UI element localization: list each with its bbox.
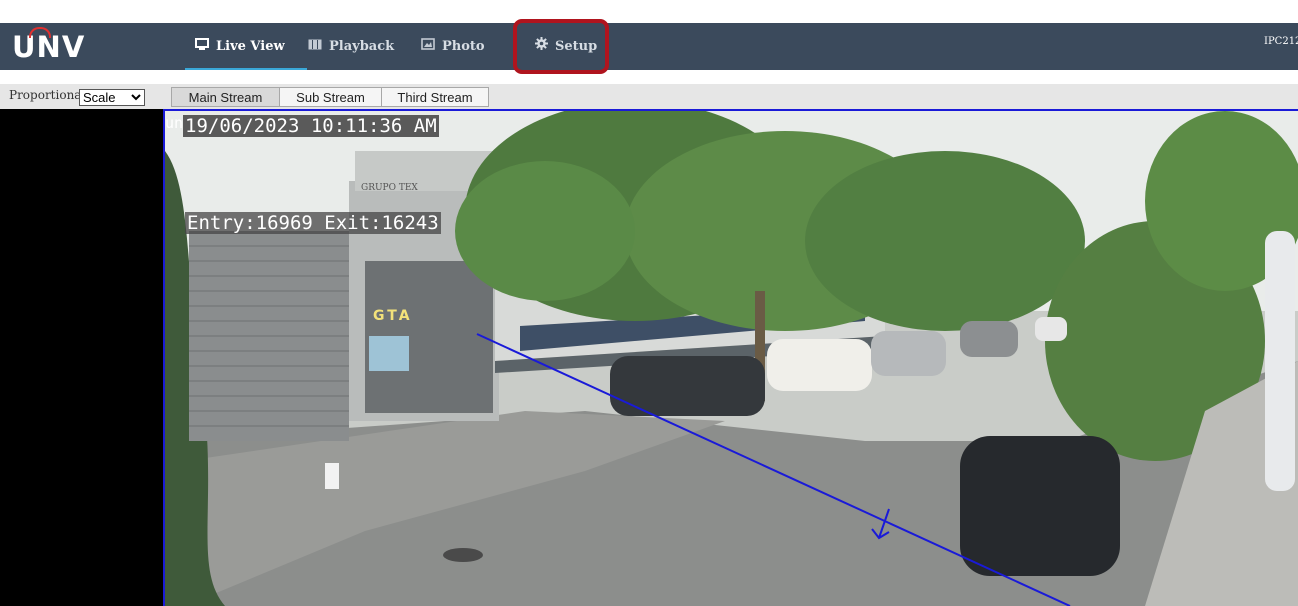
osd-timestamp: 19/06/2023 10:11:36 AM [183, 115, 439, 137]
device-name: IPC212 [1264, 36, 1298, 47]
tab-playback[interactable]: Playback [308, 23, 394, 70]
tab-live-view[interactable]: Live View [185, 23, 307, 70]
video-letterbox [0, 109, 163, 606]
stream-tabs: Main Stream Sub Stream Third Stream [171, 87, 489, 107]
top-margin [0, 0, 1298, 23]
tab-photo-label: Photo [442, 39, 485, 54]
gate-sign-text: GTA [373, 308, 413, 324]
building-sign-text: GRUPO TEX [361, 183, 418, 193]
scale-select-value: Scale [83, 90, 116, 105]
monitor-icon [195, 23, 209, 70]
live-video-view[interactable]: GTA GRUPO TEX unv 19/06/2023 10:11:36 AM… [163, 109, 1298, 606]
osd-entry-exit-counter: Entry:16969 Exit:16243 [185, 212, 441, 234]
tab-playback-label: Playback [329, 39, 395, 54]
chevron-down-icon [131, 90, 141, 109]
camera-scene [165, 111, 1298, 606]
logo-arc-icon [29, 27, 51, 38]
tab-live-view-label: Live View [216, 39, 285, 54]
proportional-label: Proportional [9, 88, 86, 102]
tab-sub-stream[interactable]: Sub Stream [280, 87, 382, 107]
tab-main-stream[interactable]: Main Stream [171, 87, 280, 107]
tab-photo[interactable]: Photo [421, 23, 485, 70]
photo-icon [421, 23, 435, 70]
film-icon [308, 23, 322, 70]
unv-logo: UNV [12, 27, 85, 64]
setup-highlight-box [513, 19, 609, 74]
scale-select[interactable]: Scale [79, 89, 145, 106]
tab-third-stream[interactable]: Third Stream [382, 87, 489, 107]
